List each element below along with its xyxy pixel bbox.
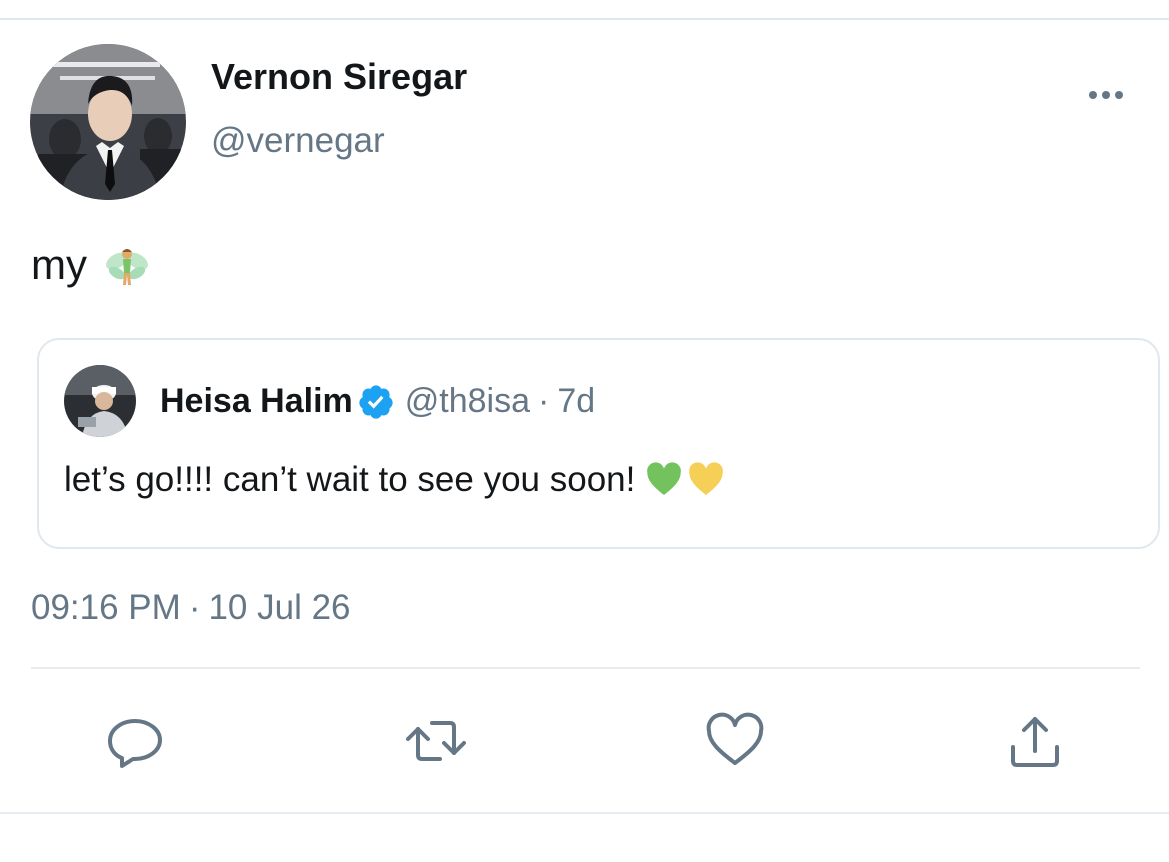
quoted-tweet-card[interactable]: Heisa Halim @th8isa · 7d let’s go!!!! ca… xyxy=(37,338,1160,549)
retweet-button[interactable] xyxy=(406,711,466,771)
avatar-photo xyxy=(30,44,186,200)
timestamp-separator: · xyxy=(188,588,201,627)
quoted-tweet-header: Heisa Halim @th8isa · 7d xyxy=(160,382,595,421)
share-button[interactable] xyxy=(1005,711,1065,771)
quoted-avatar-photo xyxy=(64,365,136,437)
tweet-text: my xyxy=(31,241,151,289)
quoted-author-name[interactable]: Heisa Halim xyxy=(160,382,353,421)
yellow-heart-emoji xyxy=(689,462,724,496)
actions-divider xyxy=(31,667,1140,669)
share-icon xyxy=(1011,717,1059,767)
reply-icon xyxy=(108,719,162,768)
quoted-tweet-text-content: let’s go!!!! can’t wait to see you soon! xyxy=(64,460,636,499)
green-heart-emoji xyxy=(647,462,682,496)
more-options-button[interactable] xyxy=(1082,80,1130,110)
heart-icon xyxy=(706,712,764,765)
quoted-author-avatar[interactable] xyxy=(64,365,136,437)
reply-button[interactable] xyxy=(105,711,165,771)
top-divider xyxy=(0,18,1169,20)
fairy-emoji xyxy=(106,249,148,285)
ellipsis-icon xyxy=(1089,91,1123,99)
verified-badge-icon xyxy=(359,384,393,419)
tweet-text-content: my xyxy=(31,241,87,288)
quoted-author-handle[interactable]: @th8isa xyxy=(405,382,530,421)
author-display-name[interactable]: Vernon Siregar xyxy=(211,56,467,98)
bottom-divider xyxy=(0,812,1169,814)
tweet-date: 10 Jul 26 xyxy=(208,588,351,627)
quoted-tweet-text: let’s go!!!! can’t wait to see you soon! xyxy=(64,460,725,500)
tweet-time: 09:16 PM xyxy=(31,588,181,627)
author-avatar[interactable] xyxy=(30,44,186,200)
retweet-icon xyxy=(406,721,466,761)
quoted-time-ago[interactable]: 7d xyxy=(557,382,595,421)
author-handle[interactable]: @vernegar xyxy=(211,121,385,161)
like-button[interactable] xyxy=(705,711,765,771)
quoted-separator: · xyxy=(538,382,550,420)
tweet-timestamp[interactable]: 09:16 PM · 10 Jul 26 xyxy=(31,588,351,628)
